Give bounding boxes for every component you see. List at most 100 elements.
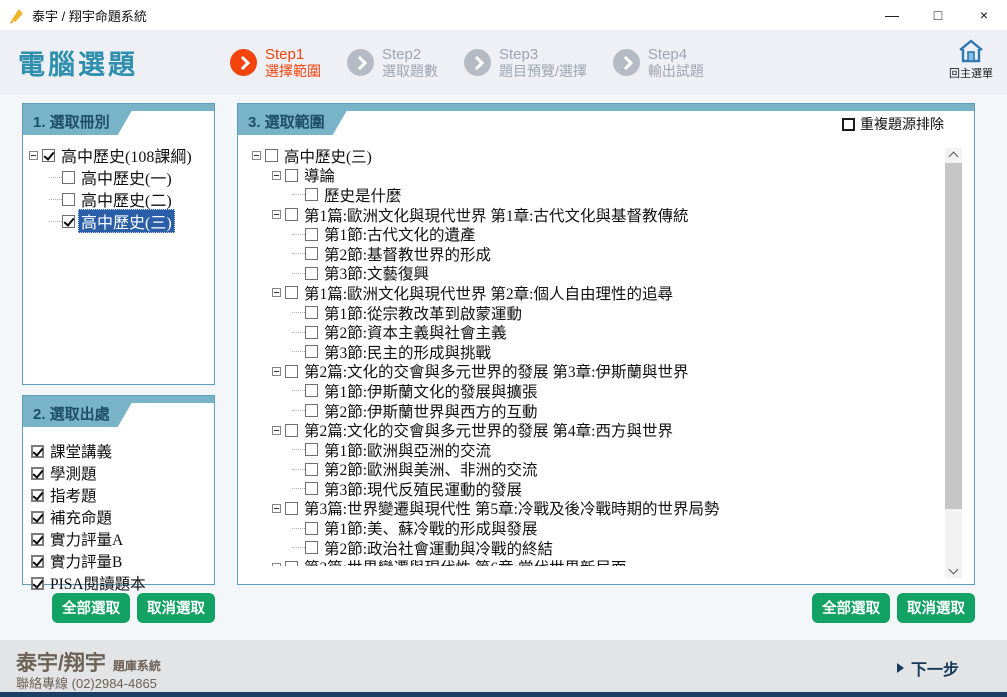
checkbox[interactable] — [305, 228, 318, 241]
tree-row[interactable]: 第2篇:文化的交會與多元世界的發展 第3章:伊斯蘭與世界 — [252, 362, 970, 382]
tree-row[interactable]: 實力評量A — [31, 528, 210, 550]
tree-row[interactable]: 實力評量B — [31, 550, 210, 572]
checkbox[interactable] — [285, 208, 298, 221]
checkbox[interactable] — [285, 169, 298, 182]
collapse-icon[interactable] — [29, 151, 38, 160]
checkbox[interactable] — [305, 326, 318, 339]
collapse-icon[interactable] — [252, 151, 261, 160]
tree-row[interactable]: 高中歷史(二) — [29, 188, 210, 210]
checkbox[interactable] — [305, 267, 318, 280]
tree-row[interactable]: 補充命題 — [31, 506, 210, 528]
tree-label[interactable]: 高中歷史(三) — [78, 209, 175, 233]
scrollbar-down-icon[interactable] — [945, 563, 962, 578]
checkbox[interactable] — [31, 555, 44, 568]
tree-row[interactable]: 第3篇:世界變遷與現代性 第6章:當代世界新局面 — [252, 557, 970, 566]
collapse-icon[interactable] — [272, 367, 281, 376]
tree-row[interactable]: 第1篇:歐洲文化與現代世界 第2章:個人自由理性的追尋 — [252, 283, 970, 303]
checkbox[interactable] — [305, 188, 318, 201]
tree-row[interactable]: 第1篇:歐洲文化與現代世界 第1章:古代文化與基督教傳統 — [252, 205, 970, 225]
tree-row[interactable]: 課堂講義 — [31, 440, 210, 462]
tree-row[interactable]: PISA閱讀題本 — [31, 572, 210, 594]
tree-row[interactable]: 導論 — [252, 166, 970, 186]
tree-row[interactable]: 第2節:歐洲與美洲、非洲的交流 — [252, 460, 970, 480]
tree-label[interactable]: 課堂講義 — [47, 440, 115, 462]
checkbox[interactable] — [305, 541, 318, 554]
checkbox[interactable] — [31, 489, 44, 502]
checkbox[interactable] — [265, 149, 278, 162]
checkbox[interactable] — [31, 511, 44, 524]
scope-scrollbar[interactable] — [945, 148, 962, 578]
tree-row[interactable]: 高中歷史(三) — [252, 146, 970, 166]
checkbox[interactable] — [285, 502, 298, 515]
tree-row[interactable]: 指考題 — [31, 484, 210, 506]
tree-row[interactable]: 第1節:伊斯蘭文化的發展與擴張 — [252, 381, 970, 401]
home-button[interactable]: 回主選單 — [949, 38, 993, 81]
collapse-icon[interactable] — [272, 288, 281, 297]
tree-label[interactable]: 實力評量A — [47, 528, 126, 550]
next-step-button[interactable]: 下一步 — [897, 656, 959, 680]
checkbox[interactable] — [305, 482, 318, 495]
collapse-icon[interactable] — [272, 210, 281, 219]
collapse-icon[interactable] — [272, 563, 281, 566]
tree-label[interactable]: 高中歷史(一) — [78, 165, 175, 189]
collapse-icon[interactable] — [272, 171, 281, 180]
tree-row[interactable]: 高中歷史(三) — [29, 210, 210, 232]
checkbox[interactable] — [31, 445, 44, 458]
checkbox[interactable] — [62, 215, 75, 228]
select-all-left-button[interactable]: 全部選取 — [52, 593, 130, 623]
tree-row[interactable]: 第1節:歐洲與亞洲的交流 — [252, 440, 970, 460]
checkbox[interactable] — [305, 443, 318, 456]
checkbox[interactable] — [31, 467, 44, 480]
tree-row[interactable]: 第1節:古代文化的遺產 — [252, 224, 970, 244]
tree-row[interactable]: 第2篇:文化的交會與多元世界的發展 第4章:西方與世界 — [252, 420, 970, 440]
select-all-right-button[interactable]: 全部選取 — [812, 593, 890, 623]
dedupe-checkbox[interactable] — [842, 118, 855, 131]
tree-row[interactable]: 第2節:資本主義與社會主義 — [252, 322, 970, 342]
checkbox[interactable] — [305, 384, 318, 397]
tree-row[interactable]: 第2節:伊斯蘭世界與西方的互動 — [252, 401, 970, 421]
tree-row[interactable]: 第3節:民主的形成與挑戰 — [252, 342, 970, 362]
tree-label[interactable]: 補充命題 — [47, 506, 115, 528]
checkbox[interactable] — [305, 463, 318, 476]
close-button[interactable]: × — [961, 0, 1007, 30]
checkbox[interactable] — [285, 365, 298, 378]
tree-label[interactable]: 指考題 — [47, 484, 100, 506]
checkbox[interactable] — [62, 193, 75, 206]
deselect-left-button[interactable]: 取消選取 — [137, 593, 215, 623]
tree-row[interactable]: 第3節:文藝復興 — [252, 264, 970, 284]
checkbox[interactable] — [285, 561, 298, 566]
checkbox[interactable] — [305, 247, 318, 260]
checkbox[interactable] — [305, 306, 318, 319]
tree-row[interactable]: 第3節:現代反殖民運動的發展 — [252, 479, 970, 499]
tree-row[interactable]: 高中歷史(108課綱) — [29, 144, 210, 166]
tree-row[interactable]: 高中歷史(一) — [29, 166, 210, 188]
checkbox[interactable] — [305, 522, 318, 535]
minimize-button[interactable]: — — [869, 0, 915, 30]
tree-label[interactable]: 高中歷史(二) — [78, 187, 175, 211]
tree-label[interactable]: 學測題 — [47, 462, 100, 484]
tree-label[interactable]: 高中歷史(108課綱) — [58, 143, 195, 167]
checkbox[interactable] — [31, 577, 44, 590]
tree-row[interactable]: 歷史是什麼 — [252, 185, 970, 205]
checkbox[interactable] — [285, 424, 298, 437]
tree-row[interactable]: 第2節:政治社會運動與冷戰的終結 — [252, 538, 970, 558]
deselect-right-button[interactable]: 取消選取 — [897, 593, 975, 623]
tree-row[interactable]: 第2節:基督教世界的形成 — [252, 244, 970, 264]
tree-row[interactable]: 學測題 — [31, 462, 210, 484]
maximize-button[interactable]: □ — [915, 0, 961, 30]
scrollbar-thumb[interactable] — [945, 163, 962, 509]
checkbox[interactable] — [31, 533, 44, 546]
checkbox[interactable] — [62, 171, 75, 184]
scrollbar-up-icon[interactable] — [945, 148, 962, 163]
dedupe-option[interactable]: 重複題源排除 — [842, 114, 944, 134]
collapse-icon[interactable] — [272, 504, 281, 513]
tree-row[interactable]: 第1節:美、蘇冷戰的形成與發展 — [252, 518, 970, 538]
checkbox[interactable] — [305, 345, 318, 358]
checkbox[interactable] — [285, 286, 298, 299]
tree-row[interactable]: 第1節:從宗教改革到啟蒙運動 — [252, 303, 970, 323]
tree-label[interactable]: PISA閱讀題本 — [47, 572, 149, 594]
checkbox[interactable] — [42, 149, 55, 162]
tree-label[interactable]: 實力評量B — [47, 550, 125, 572]
tree-row[interactable]: 第3篇:世界變遷與現代性 第5章:冷戰及後冷戰時期的世界局勢 — [252, 499, 970, 519]
tree-label[interactable]: 第3篇:世界變遷與現代性 第6章:當代世界新局面 — [301, 556, 630, 566]
